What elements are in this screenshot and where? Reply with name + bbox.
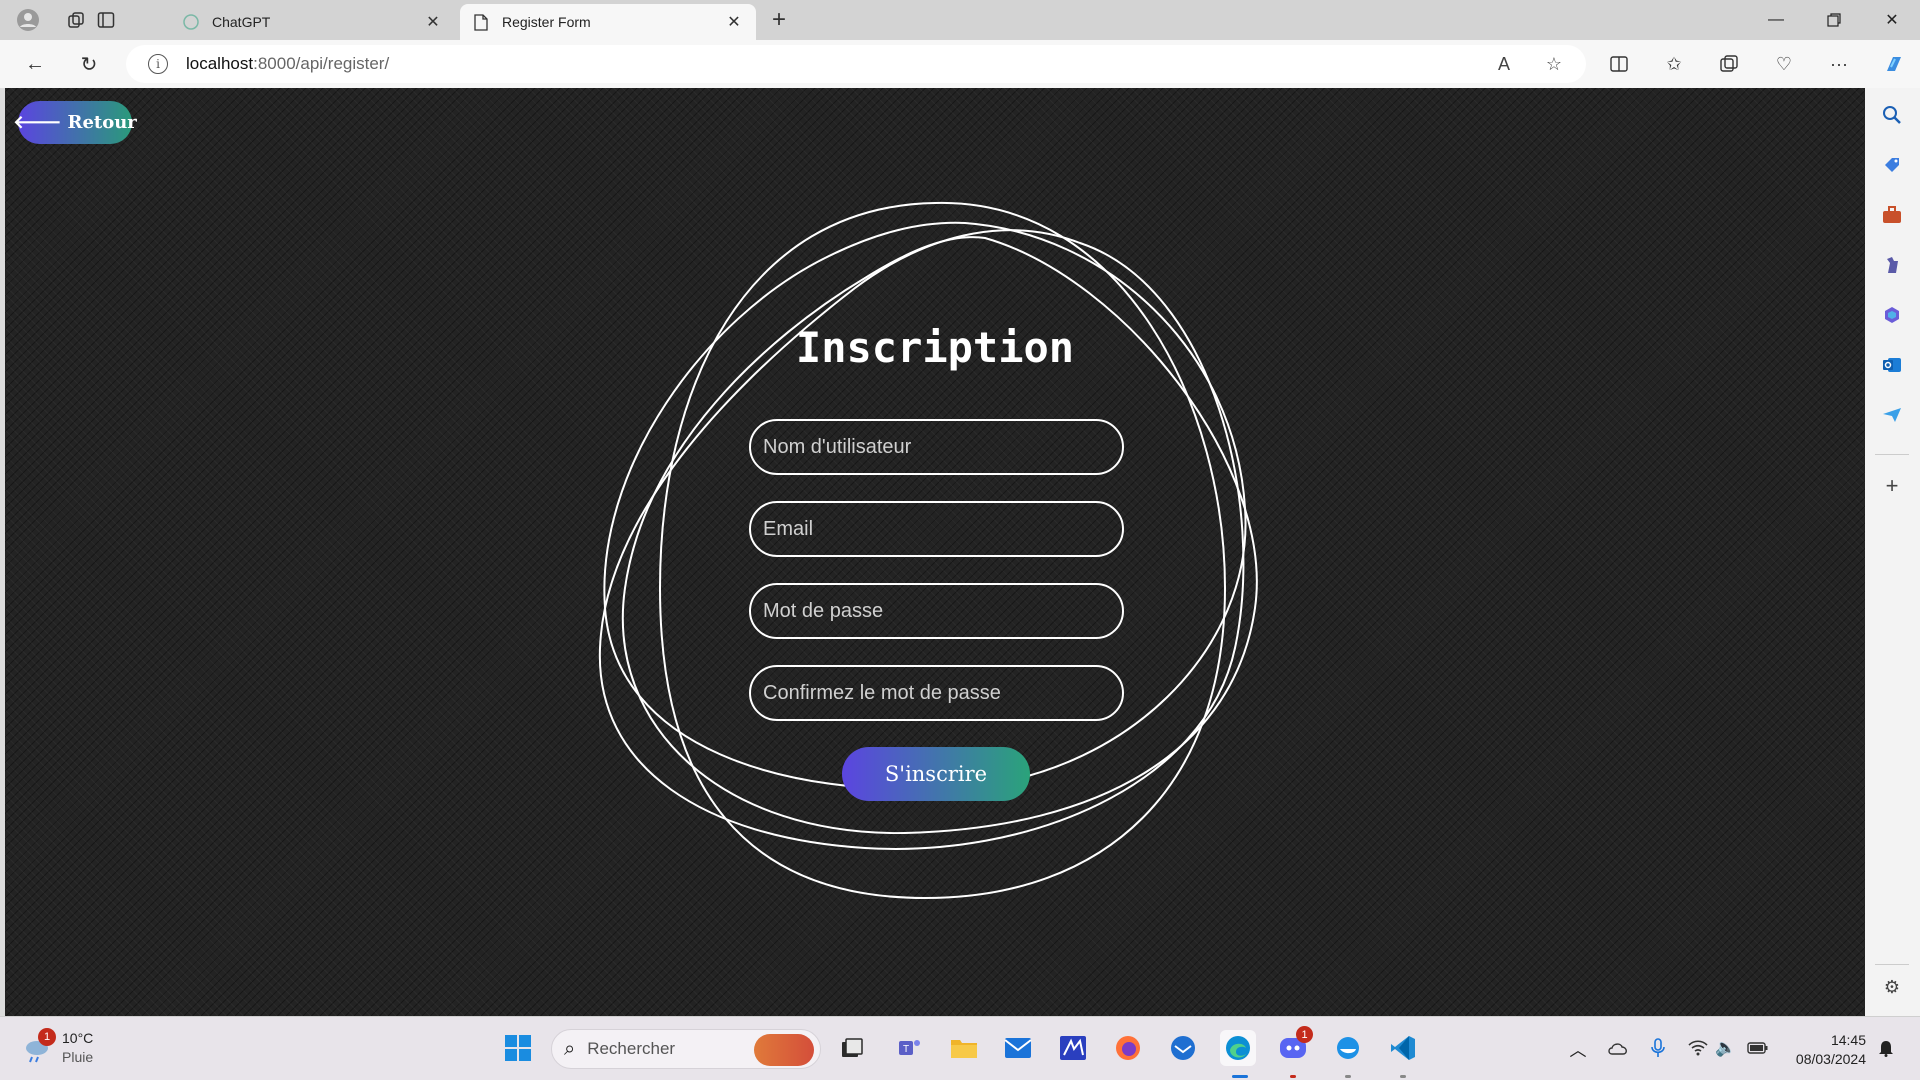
svg-text:T: T <box>903 1044 909 1055</box>
confirm-password-field[interactable] <box>749 665 1124 721</box>
tab-title: ChatGPT <box>212 14 271 30</box>
send-icon[interactable] <box>1879 402 1905 428</box>
email-field[interactable] <box>749 501 1124 557</box>
back-arrow-icon[interactable]: ← <box>20 50 50 78</box>
username-field[interactable] <box>749 419 1124 475</box>
chevron-up-icon[interactable]: ︿ <box>1566 1037 1590 1060</box>
file-explorer-icon[interactable] <box>946 1030 982 1066</box>
tab-strip: ChatGPT ✕ Register Form ✕ + — ✕ <box>0 0 1920 40</box>
browser-essentials-icon[interactable]: ♡ <box>1770 51 1798 77</box>
games-icon[interactable] <box>1879 252 1905 278</box>
battery-icon[interactable] <box>1746 1037 1770 1059</box>
vertical-tabs-icon[interactable] <box>92 6 120 34</box>
rain-cloud-icon: 1 <box>22 1028 56 1064</box>
workspaces-icon[interactable] <box>62 6 90 34</box>
wifi-icon[interactable] <box>1686 1037 1710 1059</box>
task-view-icon[interactable] <box>834 1030 870 1066</box>
clock-time: 14:45 <box>1830 1032 1866 1048</box>
url-host: localhost <box>186 54 254 73</box>
microsoft-365-icon[interactable] <box>1879 302 1905 328</box>
minimize-button[interactable]: — <box>1748 0 1804 40</box>
weather-badge: 1 <box>38 1028 56 1046</box>
page-icon <box>472 13 490 31</box>
search-highlight-image <box>754 1034 814 1066</box>
weather-condition: Pluie <box>62 1049 94 1065</box>
tab-title: Register Form <box>502 14 591 30</box>
app-indicator <box>1345 1075 1351 1078</box>
weather-widget[interactable]: 1 10°C Pluie <box>22 1028 94 1067</box>
tab-register-form[interactable]: Register Form ✕ <box>460 4 756 40</box>
docker-icon[interactable] <box>1330 1030 1366 1066</box>
shopping-tag-icon[interactable] <box>1879 152 1905 178</box>
vscode-icon[interactable] <box>1385 1030 1421 1066</box>
register-button[interactable]: S'inscrire <box>842 747 1030 801</box>
profile-icon[interactable] <box>14 6 42 34</box>
chatgpt-icon <box>182 13 200 31</box>
outlook-icon[interactable] <box>1879 352 1905 378</box>
browser-toolbar: ← ↻ i localhost:8000/api/register/ A ☆ ✩… <box>0 40 1920 88</box>
close-icon[interactable]: ✕ <box>423 12 443 32</box>
copilot-icon[interactable] <box>1880 51 1908 77</box>
split-screen-icon[interactable] <box>1605 51 1633 77</box>
taskbar-search-label: Rechercher <box>587 1039 676 1058</box>
read-aloud-icon[interactable]: A <box>1492 53 1516 75</box>
firefox-icon[interactable] <box>1110 1030 1146 1066</box>
volume-icon[interactable]: 🔈 <box>1714 1037 1738 1059</box>
form-title: Inscription <box>795 323 1075 372</box>
favorite-star-icon[interactable]: ☆ <box>1542 53 1566 75</box>
app-indicator <box>1290 1075 1296 1078</box>
search-icon[interactable] <box>1879 102 1905 128</box>
close-window-button[interactable]: ✕ <box>1864 0 1920 40</box>
sidebar-divider <box>1875 454 1909 455</box>
url-text[interactable]: localhost:8000/api/register/ <box>186 54 389 74</box>
url-path: :8000/api/register/ <box>253 54 390 73</box>
weather-temperature: 10°C <box>62 1030 94 1046</box>
discord-badge: 1 <box>1296 1026 1313 1043</box>
discord-icon[interactable]: 1 <box>1275 1026 1313 1066</box>
more-options-icon[interactable]: ··· <box>1825 51 1853 77</box>
info-icon[interactable]: i <box>148 54 168 74</box>
active-app-indicator <box>1232 1075 1248 1078</box>
close-icon[interactable]: ✕ <box>724 12 744 32</box>
address-bar[interactable]: i localhost:8000/api/register/ A ☆ <box>126 45 1586 83</box>
search-icon: ⌕ <box>564 1037 576 1060</box>
windows-start-icon[interactable] <box>500 1030 536 1066</box>
edge-sidebar: + ⚙ <box>1865 88 1920 1016</box>
page-viewport: 🡐 Retour Inscription S'inscrire <box>5 88 1865 1016</box>
onedrive-cloud-icon[interactable] <box>1606 1037 1630 1059</box>
taskbar: 1 10°C Pluie ⌕ Rechercher T 1 ︿ 🔈 14:45 … <box>0 1016 1920 1080</box>
teams-icon[interactable]: T <box>892 1030 928 1066</box>
settings-gear-icon[interactable]: ⚙ <box>1879 974 1905 1000</box>
favorites-icon[interactable]: ✩ <box>1660 51 1688 77</box>
password-field[interactable] <box>749 583 1124 639</box>
taskbar-search[interactable]: ⌕ Rechercher <box>551 1029 821 1069</box>
notification-bell-icon[interactable] <box>1874 1037 1898 1059</box>
tools-icon[interactable] <box>1879 202 1905 228</box>
new-tab-button[interactable]: + <box>765 6 793 34</box>
clock-date: 08/03/2024 <box>1795 1051 1866 1067</box>
tab-chatgpt[interactable]: ChatGPT ✕ <box>170 4 455 40</box>
collections-icon[interactable] <box>1715 51 1743 77</box>
thunderbird-icon[interactable] <box>1165 1030 1201 1066</box>
refresh-icon[interactable]: ↻ <box>74 50 104 78</box>
system-clock[interactable]: 14:45 08/03/2024 <box>1782 1031 1866 1069</box>
restore-button[interactable] <box>1806 0 1862 40</box>
add-icon[interactable]: + <box>1879 473 1905 499</box>
mail-icon[interactable] <box>1000 1030 1036 1066</box>
app-indicator <box>1400 1075 1406 1078</box>
sidebar-divider <box>1875 964 1909 965</box>
microphone-icon[interactable] <box>1646 1037 1670 1059</box>
edge-icon[interactable] <box>1220 1030 1256 1066</box>
dev-app-icon[interactable] <box>1055 1030 1091 1066</box>
